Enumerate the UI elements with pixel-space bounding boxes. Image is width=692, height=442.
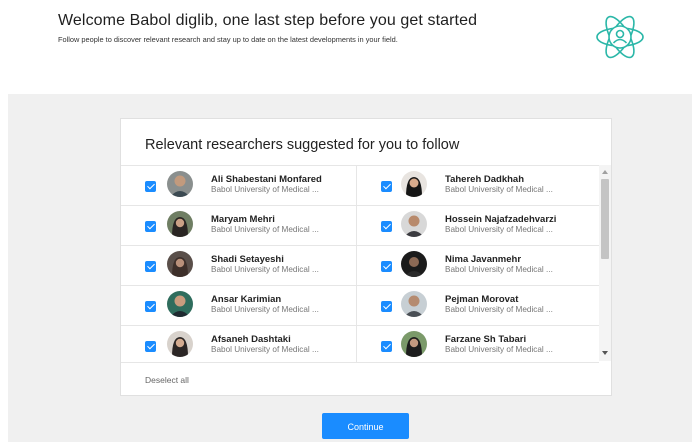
follow-checkbox[interactable] xyxy=(381,221,392,232)
researcher-item[interactable]: Afsaneh Dashtaki Babol University of Med… xyxy=(121,326,357,362)
researcher-item[interactable]: Farzane Sh Tabari Babol University of Me… xyxy=(357,326,599,362)
researcher-affiliation: Babol University of Medical ... xyxy=(211,225,319,234)
avatar xyxy=(401,291,427,317)
researcher-name[interactable]: Farzane Sh Tabari xyxy=(445,334,526,345)
researcher-item[interactable]: Shadi Setayeshi Babol University of Medi… xyxy=(121,246,357,286)
scroll-down-icon[interactable] xyxy=(602,351,608,355)
researcher-item[interactable]: Nima Javanmehr Babol University of Medic… xyxy=(357,246,599,286)
follow-checkbox[interactable] xyxy=(381,341,392,352)
avatar xyxy=(167,291,193,317)
avatar xyxy=(401,331,427,357)
researcher-name[interactable]: Pejman Morovat xyxy=(445,294,518,305)
researcher-name[interactable]: Tahereh Dadkhah xyxy=(445,174,524,185)
researcher-item[interactable]: Tahereh Dadkhah Babol University of Medi… xyxy=(357,166,599,206)
avatar xyxy=(401,251,427,277)
continue-button[interactable]: Continue xyxy=(322,413,409,439)
researcher-item[interactable]: Pejman Morovat Babol University of Medic… xyxy=(357,286,599,326)
researcher-item[interactable]: Maryam Mehri Babol University of Medical… xyxy=(121,206,357,246)
follow-checkbox[interactable] xyxy=(381,261,392,272)
researcher-affiliation: Babol University of Medical ... xyxy=(211,185,319,194)
researcher-name[interactable]: Ansar Karimian xyxy=(211,294,281,305)
researcher-affiliation: Babol University of Medical ... xyxy=(211,265,319,274)
researcher-affiliation: Babol University of Medical ... xyxy=(445,345,553,354)
follow-checkbox[interactable] xyxy=(145,261,156,272)
avatar xyxy=(167,171,193,197)
follow-checkbox[interactable] xyxy=(381,181,392,192)
researcher-affiliation: Babol University of Medical ... xyxy=(445,265,553,274)
researcher-list[interactable]: Ali Shabestani Monfared Babol University… xyxy=(121,165,599,363)
card-title: Relevant researchers suggested for you t… xyxy=(145,137,460,153)
scroll-up-icon[interactable] xyxy=(602,170,608,174)
researcher-item[interactable]: Ansar Karimian Babol University of Medic… xyxy=(121,286,357,326)
researcher-affiliation: Babol University of Medical ... xyxy=(445,225,553,234)
page-subtitle: Follow people to discover relevant resea… xyxy=(58,35,398,44)
atom-person-icon xyxy=(596,15,644,59)
avatar xyxy=(167,251,193,277)
scrollbar-thumb[interactable] xyxy=(601,179,609,259)
follow-checkbox[interactable] xyxy=(145,221,156,232)
researcher-affiliation: Babol University of Medical ... xyxy=(211,345,319,354)
researcher-item[interactable]: Hossein Najafzadehvarzi Babol University… xyxy=(357,206,599,246)
follow-checkbox[interactable] xyxy=(145,301,156,312)
researcher-name[interactable]: Afsaneh Dashtaki xyxy=(211,334,291,345)
avatar xyxy=(401,171,427,197)
suggestions-card: Relevant researchers suggested for you t… xyxy=(120,118,612,396)
header: Welcome Babol diglib, one last step befo… xyxy=(0,0,692,94)
researcher-name[interactable]: Nima Javanmehr xyxy=(445,254,521,265)
researcher-name[interactable]: Ali Shabestani Monfared xyxy=(211,174,322,185)
researcher-affiliation: Babol University of Medical ... xyxy=(445,185,553,194)
researcher-name[interactable]: Hossein Najafzadehvarzi xyxy=(445,214,556,225)
avatar xyxy=(167,211,193,237)
researcher-affiliation: Babol University of Medical ... xyxy=(211,305,319,314)
researcher-item[interactable]: Ali Shabestani Monfared Babol University… xyxy=(121,166,357,206)
researcher-affiliation: Babol University of Medical ... xyxy=(445,305,553,314)
researcher-name[interactable]: Shadi Setayeshi xyxy=(211,254,284,265)
deselect-all-link[interactable]: Deselect all xyxy=(145,375,189,385)
list-scrollbar[interactable] xyxy=(599,165,611,361)
researcher-name[interactable]: Maryam Mehri xyxy=(211,214,275,225)
follow-checkbox[interactable] xyxy=(145,181,156,192)
page-title: Welcome Babol diglib, one last step befo… xyxy=(58,12,478,29)
avatar xyxy=(401,211,427,237)
follow-checkbox[interactable] xyxy=(381,301,392,312)
avatar xyxy=(167,331,193,357)
follow-checkbox[interactable] xyxy=(145,341,156,352)
